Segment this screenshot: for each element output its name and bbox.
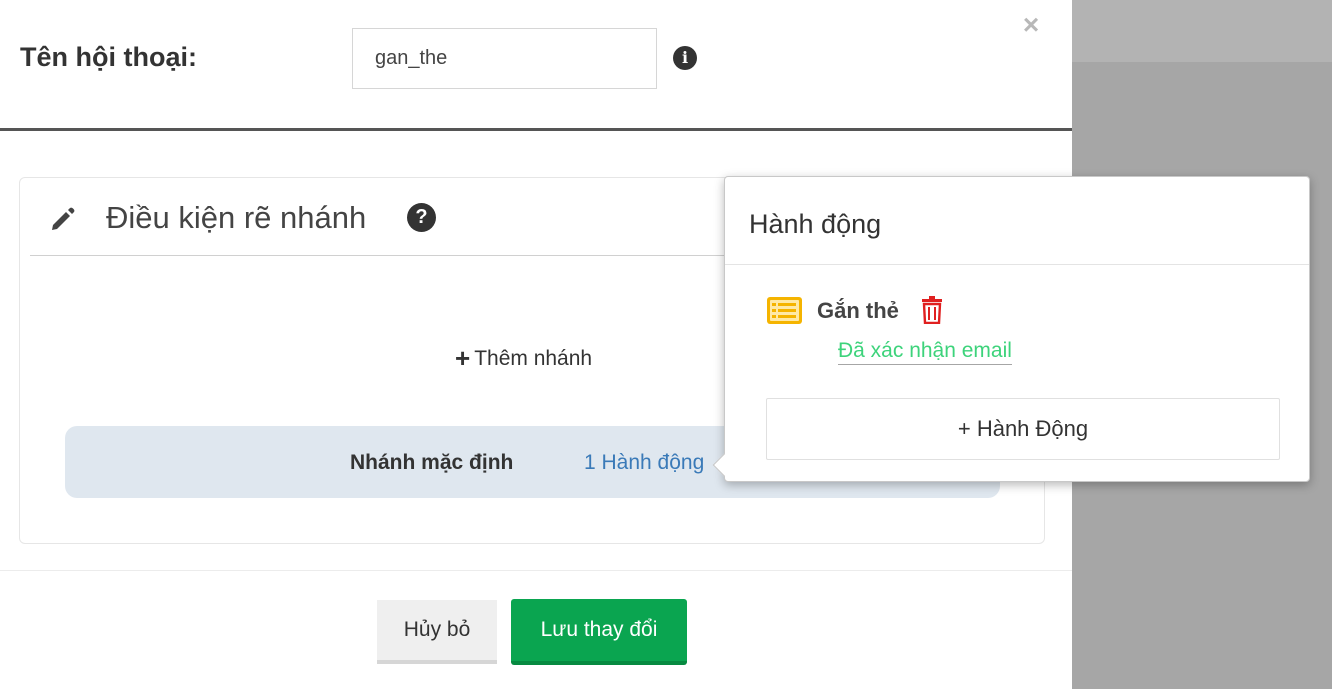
default-branch-actions-link[interactable]: 1 Hành động xyxy=(584,451,704,475)
action-name: Gắn thẻ xyxy=(817,298,899,323)
help-icon[interactable]: ? xyxy=(407,203,436,232)
cancel-button[interactable]: Hủy bỏ xyxy=(377,600,497,664)
modal-backdrop-header xyxy=(1072,0,1332,62)
popover-header-divider xyxy=(725,264,1309,265)
header-divider xyxy=(0,128,1072,131)
trash-icon[interactable] xyxy=(921,296,943,324)
info-icon[interactable]: i xyxy=(673,46,697,70)
default-branch-label: Nhánh mặc định xyxy=(350,451,514,474)
save-changes-button[interactable]: Lưu thay đổi xyxy=(511,599,687,665)
conversation-name-input[interactable] xyxy=(352,28,657,89)
popover-title: Hành động xyxy=(749,209,882,239)
add-action-button[interactable]: + Hành Động xyxy=(766,398,1280,460)
footer-divider xyxy=(0,570,1072,571)
action-value-input[interactable]: Đã xác nhận email xyxy=(838,339,1012,365)
pencil-icon xyxy=(52,207,75,230)
branch-condition-title: Điều kiện rẽ nhánh xyxy=(106,200,367,235)
actions-popover: Hành động Gắn thẻ Đã xác nhận email + Hà… xyxy=(712,176,1310,482)
plus-icon: + xyxy=(455,343,471,373)
close-icon[interactable]: × xyxy=(1016,10,1046,40)
tag-list-icon xyxy=(767,297,802,324)
add-branch-label: Thêm nhánh xyxy=(474,347,593,370)
conversation-name-label: Tên hội thoại: xyxy=(20,42,197,72)
add-branch-button[interactable]: + Thêm nhánh xyxy=(455,343,592,374)
